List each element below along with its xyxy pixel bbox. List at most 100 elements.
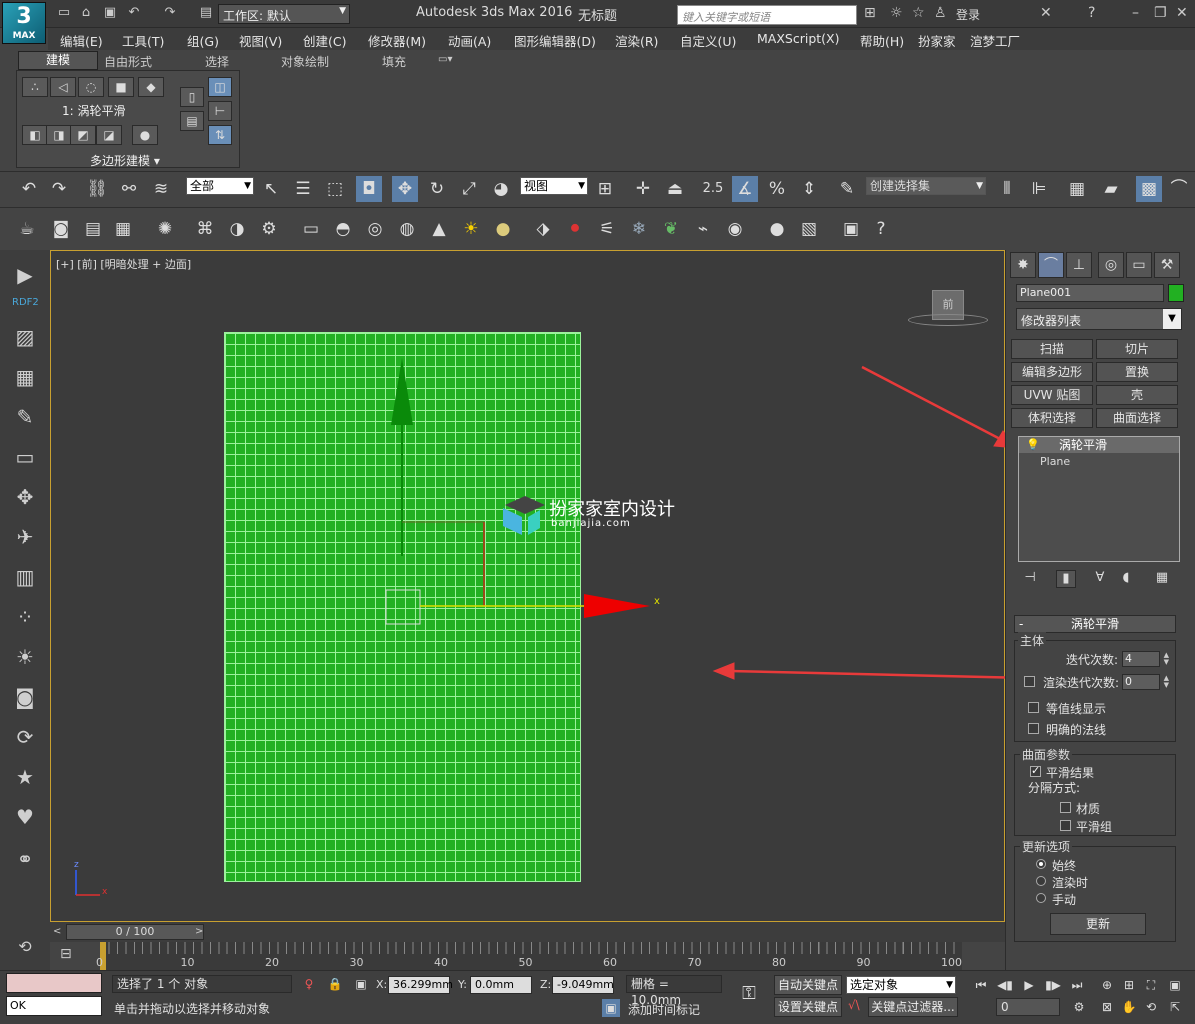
create-tab-icon[interactable]: ✸ xyxy=(1010,252,1036,278)
modify-tab-icon[interactable]: ⌒ xyxy=(1038,252,1064,278)
go-to-start-icon[interactable]: ⏮ xyxy=(972,976,990,994)
time-config-icon[interactable]: ⚙ xyxy=(1070,998,1088,1016)
smooth-result-checkbox[interactable] xyxy=(1030,764,1041,777)
axis-z-label: z xyxy=(74,860,79,870)
grid-status: 栅格 = 10.0mm xyxy=(626,975,722,1007)
maximize-toggle-icon[interactable]: ⇱ xyxy=(1166,998,1184,1016)
materials-checkbox[interactable] xyxy=(1060,802,1071,813)
time-tag-icon[interactable]: ▣ xyxy=(602,999,620,1017)
zoom-extents-icon[interactable]: ⛶ xyxy=(1142,976,1160,994)
materials-label: 材质 xyxy=(1076,802,1101,816)
go-to-end-icon[interactable]: ⏭ xyxy=(1068,976,1086,994)
object-name-field[interactable]: Plane001 xyxy=(1016,284,1164,302)
pan-icon[interactable]: ✋ xyxy=(1120,998,1138,1016)
main-group-label: 主体 xyxy=(1018,632,1047,649)
timeline-tick-label: 30 xyxy=(349,956,364,969)
render-iterations-label: 渲染迭代次数: xyxy=(1043,676,1120,690)
modifier-button-displace[interactable]: 置换 xyxy=(1096,362,1178,382)
time-slider-handle[interactable]: 0 / 100 xyxy=(66,924,204,940)
rollout-collapse-icon: - xyxy=(1019,617,1024,631)
y-label: Y: xyxy=(458,978,467,991)
show-end-result-icon[interactable]: ▮ xyxy=(1056,570,1076,588)
y-coordinate-field[interactable]: 0.0mm xyxy=(470,976,532,994)
stack-item-turbosmooth[interactable]: 涡轮平滑 xyxy=(1019,437,1179,453)
watermark-url: banjiajia.com xyxy=(551,518,631,529)
modifier-list-select[interactable]: 修改器列表 ▼ xyxy=(1016,308,1182,330)
utilities-tab-icon[interactable]: ⚒ xyxy=(1154,252,1180,278)
prev-frame-icon[interactable]: ◀▮ xyxy=(996,976,1014,994)
maximize-viewport-icon[interactable]: ▣ xyxy=(1166,976,1184,994)
isoline-label: 等值线显示 xyxy=(1046,702,1107,716)
play-icon[interactable]: ▶ xyxy=(1020,976,1038,994)
x-coordinate-field[interactable]: 36.299mm xyxy=(388,976,453,994)
current-frame-field[interactable]: 0 xyxy=(996,998,1060,1016)
surface-group-label: 曲面参数 xyxy=(1020,746,1073,763)
isolate-icon[interactable]: ♀ xyxy=(300,975,318,993)
motion-tab-icon[interactable]: ◎ xyxy=(1098,252,1124,278)
timeline-tick-label: 20 xyxy=(265,956,279,969)
iterations-label: 迭代次数: xyxy=(1066,653,1119,667)
when-rendering-label: 渲染时 xyxy=(1052,876,1089,890)
auto-key-button[interactable]: 自动关键点 xyxy=(774,975,842,995)
display-tab-icon[interactable]: ▭ xyxy=(1126,252,1152,278)
orbit-icon[interactable]: ⟲ xyxy=(1142,998,1160,1016)
modifier-button-edit-poly[interactable]: 编辑多边形 xyxy=(1011,362,1093,382)
when-rendering-radio[interactable] xyxy=(1036,876,1046,886)
update-group-label: 更新选项 xyxy=(1020,838,1073,855)
object-color-swatch[interactable] xyxy=(1168,284,1184,302)
stack-item-plane[interactable]: Plane xyxy=(1040,455,1070,468)
modifier-button-uvw-map[interactable]: UVW 贴图 xyxy=(1011,385,1093,405)
explicit-normals-checkbox[interactable] xyxy=(1028,723,1039,734)
always-radio[interactable] xyxy=(1036,859,1046,869)
next-frame-icon[interactable]: ▮▶ xyxy=(1044,976,1062,994)
remove-modifier-panel-icon[interactable]: ◖ xyxy=(1116,570,1136,588)
pin-stack-panel-icon[interactable]: ⊣ xyxy=(1020,570,1040,588)
modifier-button-vol-select[interactable]: 体积选择 xyxy=(1011,408,1093,428)
render-iterations-spinner[interactable]: 0 ▲ ▼ xyxy=(1122,674,1169,690)
iterations-spinner[interactable]: 4 ▲ ▼ xyxy=(1122,651,1169,667)
modifier-button-surface-select[interactable]: 曲面选择 xyxy=(1096,408,1178,428)
set-key-button[interactable]: 设置关键点 xyxy=(774,997,842,1017)
timeline-tick-label: 60 xyxy=(603,956,617,969)
zoom-icon[interactable]: ⊕ xyxy=(1098,976,1116,994)
z-coordinate-field[interactable]: -9.049mm xyxy=(552,976,614,994)
hierarchy-tab-icon[interactable]: ⊥ xyxy=(1066,252,1092,278)
modifier-button-sweep[interactable]: 扫描 xyxy=(1011,339,1093,359)
timeline-tick-label: 50 xyxy=(518,956,533,969)
selected-object-select[interactable]: 选定对象 ▼ xyxy=(846,976,956,994)
lock-icon[interactable]: 🔒 xyxy=(326,975,344,993)
isoline-checkbox[interactable] xyxy=(1028,702,1039,713)
slider-prev-icon[interactable]: < xyxy=(53,926,61,937)
maxscript-listener-pink[interactable] xyxy=(6,973,102,993)
logo-text: MAX xyxy=(12,31,36,41)
set-key-mode-key-icon[interactable]: ⚿ xyxy=(740,985,758,1003)
timeline-tick-label: 70 xyxy=(687,956,702,969)
z-label: Z: xyxy=(540,978,552,991)
lightbulb-icon[interactable]: 💡 xyxy=(1026,438,1040,451)
rollout-turbosmooth[interactable]: - 涡轮平滑 xyxy=(1014,615,1176,633)
modifier-button-shell[interactable]: 壳 xyxy=(1096,385,1178,405)
key-filters-button[interactable]: 关键点过滤器... xyxy=(868,997,958,1017)
prompt-line: 单击并拖动以选择并移动对象 xyxy=(114,1002,271,1016)
manually-radio[interactable] xyxy=(1036,893,1046,903)
modifier-button-slice[interactable]: 切片 xyxy=(1096,339,1178,359)
app-logo-button[interactable]: 3 MAX xyxy=(2,2,46,44)
watermark-logo-left xyxy=(503,508,522,535)
zoom-all-icon[interactable]: ⊞ xyxy=(1120,976,1138,994)
smoothing-groups-checkbox[interactable] xyxy=(1060,820,1071,831)
mini-curve-editor-icon[interactable]: ⊟ xyxy=(60,946,72,962)
configure-sets-icon[interactable]: ▦ xyxy=(1152,570,1172,588)
make-unique-panel-icon[interactable]: ∀ xyxy=(1090,570,1110,588)
add-time-tag[interactable]: 添加时间标记 xyxy=(628,1001,700,1018)
update-button[interactable]: 更新 xyxy=(1050,913,1146,935)
render-iterations-checkbox[interactable] xyxy=(1024,676,1035,687)
slider-next-icon[interactable]: > xyxy=(195,926,203,937)
gizmo-y-arrow xyxy=(391,358,413,425)
axis-x-label: x xyxy=(102,887,108,897)
key-filters-icon[interactable]: √\ xyxy=(848,998,860,1012)
maxscript-ok-field[interactable]: OK xyxy=(6,996,102,1016)
absolute-mode-icon[interactable]: ▣ xyxy=(352,975,370,993)
selection-status: 选择了 1 个 对象 xyxy=(112,975,292,993)
timeline-tick-label: 0 xyxy=(96,956,103,969)
field-of-view-icon[interactable]: ⊠ xyxy=(1098,998,1116,1016)
